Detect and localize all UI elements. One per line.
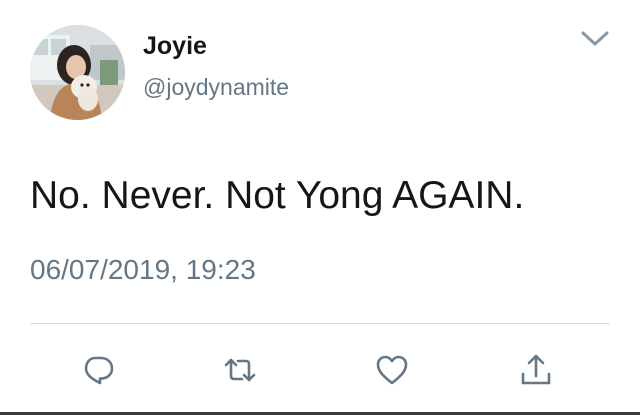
reply-button[interactable] xyxy=(78,350,118,390)
reply-icon xyxy=(84,356,114,385)
share-icon xyxy=(521,354,551,385)
user-handle[interactable]: @joydynamite xyxy=(143,72,289,102)
retweet-button[interactable] xyxy=(220,350,260,390)
chevron-down-icon[interactable] xyxy=(580,28,610,50)
retweet-icon xyxy=(224,358,256,382)
display-name[interactable]: Joyie xyxy=(143,30,207,62)
share-button[interactable] xyxy=(516,350,556,390)
heart-icon xyxy=(376,355,408,385)
profile-photo xyxy=(30,25,125,120)
tweet-text: No. Never. Not Yong AGAIN. xyxy=(30,174,525,217)
avatar[interactable] xyxy=(30,25,125,120)
like-button[interactable] xyxy=(372,350,412,390)
tweet-timestamp[interactable]: 06/07/2019, 19:23 xyxy=(30,252,256,288)
divider xyxy=(30,323,610,324)
